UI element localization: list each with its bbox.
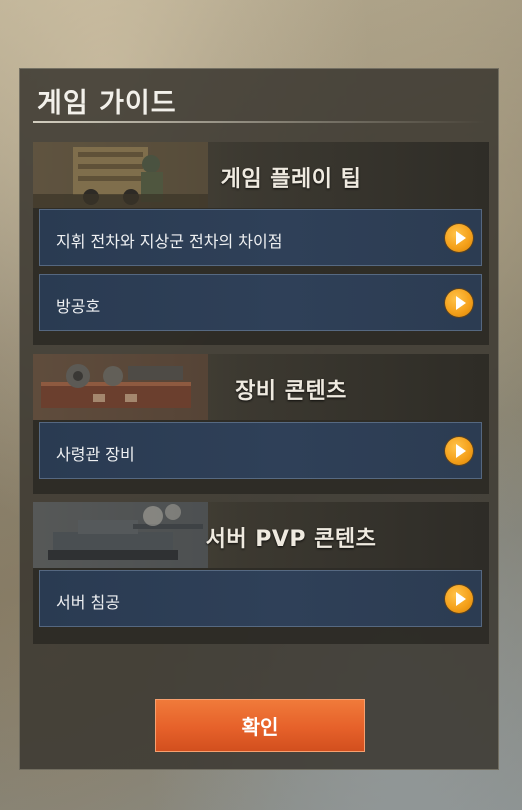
play-arrow-icon[interactable] bbox=[445, 224, 473, 252]
guide-item-air-raid-shelter[interactable]: 방공호 bbox=[39, 274, 482, 331]
guide-item-server-invasion[interactable]: 서버 침공 bbox=[39, 570, 482, 627]
item-label: 사령관 장비 bbox=[56, 445, 135, 464]
section-title-equipment-content: 장비 콘텐츠 bbox=[235, 379, 347, 404]
title-divider bbox=[33, 121, 485, 123]
section-header-equipment-content: 장비 콘텐츠 bbox=[33, 354, 489, 420]
item-label: 방공호 bbox=[56, 297, 101, 316]
game-guide-dialog: 게임 가이드 게임 플레이 팁 지휘 전차와 지상군 전차의 차이점 방공호 장… bbox=[19, 68, 499, 770]
play-arrow-icon[interactable] bbox=[445, 437, 473, 465]
play-arrow-icon[interactable] bbox=[445, 289, 473, 317]
dialog-title: 게임 가이드 bbox=[37, 88, 177, 119]
item-label: 지휘 전차와 지상군 전차의 차이점 bbox=[56, 232, 283, 251]
confirm-button[interactable]: 확인 bbox=[155, 699, 365, 752]
guide-item-commander-equipment[interactable]: 사령관 장비 bbox=[39, 422, 482, 479]
guide-item-command-vs-ground-tank[interactable]: 지휘 전차와 지상군 전차의 차이점 bbox=[39, 209, 482, 266]
section-title-server-pvp-content: 서버 PVP 콘텐츠 bbox=[205, 527, 377, 552]
section-title-gameplay-tips: 게임 플레이 팁 bbox=[220, 167, 362, 192]
section-header-gameplay-tips: 게임 플레이 팁 bbox=[33, 142, 489, 208]
section-server-pvp-content: 서버 PVP 콘텐츠 서버 침공 bbox=[33, 502, 489, 644]
section-header-server-pvp-content: 서버 PVP 콘텐츠 bbox=[33, 502, 489, 568]
section-equipment-content: 장비 콘텐츠 사령관 장비 bbox=[33, 354, 489, 494]
play-arrow-icon[interactable] bbox=[445, 585, 473, 613]
section-gameplay-tips: 게임 플레이 팁 지휘 전차와 지상군 전차의 차이점 방공호 bbox=[33, 142, 489, 345]
item-label: 서버 침공 bbox=[56, 593, 120, 612]
